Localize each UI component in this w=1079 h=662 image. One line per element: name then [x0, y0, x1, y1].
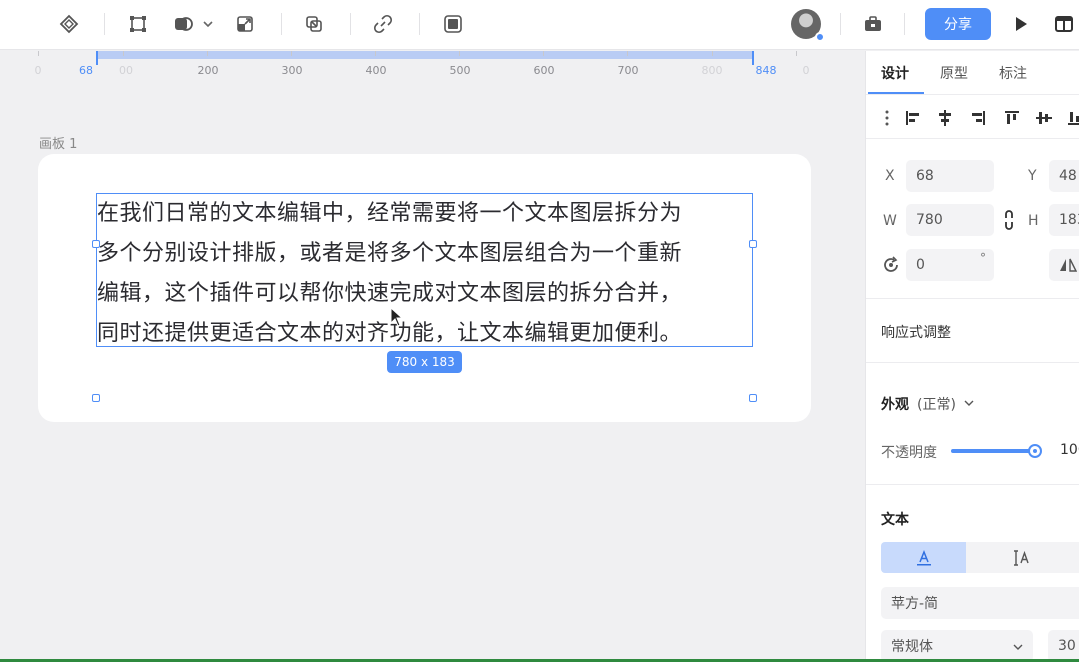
flip-horizontal-button[interactable]: [1049, 249, 1079, 281]
chevron-down-icon: [1013, 644, 1023, 650]
rotation-icon: [884, 256, 898, 272]
boolean-icon[interactable]: [170, 10, 196, 38]
align-right-icon[interactable]: [969, 109, 987, 127]
resize-handle-bottom-left[interactable]: [92, 394, 100, 402]
rotation-value: 0: [916, 257, 925, 273]
link-icon[interactable]: [370, 10, 396, 38]
tab-prototype[interactable]: 原型: [940, 63, 968, 83]
y-input[interactable]: 48: [1049, 160, 1079, 192]
toolbar-divider: [350, 13, 351, 35]
horizontal-ruler: 0 68 00 200 300 400 500 600 700 800 848 …: [0, 51, 865, 79]
layout-icon[interactable]: [1051, 10, 1077, 38]
ruler-label: 848: [755, 64, 777, 77]
toolbar-divider: [419, 13, 420, 35]
y-label: Y: [1028, 168, 1037, 184]
align-top-icon[interactable]: [1003, 109, 1021, 127]
ruler-label: 200: [197, 64, 219, 77]
size-tag: 780 x 183: [387, 351, 462, 373]
section-divider: [866, 362, 1079, 363]
responsive-section-title[interactable]: 响应式调整: [881, 322, 951, 342]
text-style-icon: [916, 549, 931, 565]
mouse-cursor-icon: [390, 306, 404, 331]
text-line: 多个分别设计排版，或者是将多个文本图层组合为一个重新: [97, 241, 683, 266]
component-icon[interactable]: [56, 10, 82, 38]
align-center-horizontal-icon[interactable]: [936, 109, 954, 127]
ruler-label: 00: [119, 64, 133, 77]
w-input[interactable]: 780: [906, 204, 994, 236]
section-divider: [866, 298, 1079, 299]
flip-icon: [1060, 258, 1077, 272]
text-content[interactable]: 在我们日常的文本编辑中，经常需要将一个文本图层拆分为 多个分别设计排版，或者是将…: [97, 194, 797, 354]
ruler-label: 800: [701, 64, 723, 77]
appearance-section-title[interactable]: 外观: [881, 394, 909, 414]
font-family-select[interactable]: 苹方-简: [881, 587, 1079, 619]
resize-handle-top-right[interactable]: [749, 240, 757, 248]
ruler-label: 700: [617, 64, 639, 77]
text-cursor-tab[interactable]: [966, 542, 1079, 573]
text-style-underline-a-tab[interactable]: [881, 542, 966, 573]
properties-panel: 设计 原型 标注 X 68 Y 48 W 780 H 183 0 ° 响应式调整…: [865, 51, 1079, 662]
ruler-label: 600: [533, 64, 555, 77]
w-label: W: [883, 213, 897, 229]
section-divider: [866, 484, 1079, 485]
more-icon[interactable]: [878, 109, 896, 127]
play-icon[interactable]: [1008, 10, 1034, 38]
h-label: H: [1028, 213, 1039, 229]
ruler-label: 0: [34, 64, 42, 77]
scale-icon[interactable]: [232, 10, 258, 38]
tab-design[interactable]: 设计: [881, 63, 909, 83]
toolbar-divider: [281, 13, 282, 35]
opacity-slider[interactable]: [951, 449, 1035, 453]
ruler-label: 400: [365, 64, 387, 77]
selected-text-layer[interactable]: 在我们日常的文本编辑中，经常需要将一个文本图层拆分为 多个分别设计排版，或者是将…: [96, 193, 753, 347]
opacity-value[interactable]: 100: [1060, 442, 1079, 458]
tab-annotation[interactable]: 标注: [999, 63, 1027, 83]
font-weight-select[interactable]: 常规体: [881, 630, 1033, 662]
rotation-input[interactable]: 0 °: [906, 249, 994, 281]
chevron-down-icon[interactable]: [963, 397, 975, 409]
ruler-label: 500: [449, 64, 471, 77]
frame-icon[interactable]: [125, 10, 151, 38]
chevron-down-icon[interactable]: [200, 10, 216, 38]
appearance-mode[interactable]: (正常): [917, 394, 956, 414]
ruler-label: 300: [281, 64, 303, 77]
toolbar-divider: [104, 13, 105, 35]
artboard-label[interactable]: 画板 1: [39, 133, 77, 152]
ruler-selection-start: [96, 51, 98, 65]
x-label: X: [885, 168, 895, 184]
resize-handle-bottom-right[interactable]: [749, 394, 757, 402]
ruler-selection-end: [752, 51, 754, 65]
text-line: 在我们日常的文本编辑中，经常需要将一个文本图层拆分为: [97, 201, 683, 226]
text-line: 编辑，这个插件可以帮你快速完成对文本图层的拆分合并，: [97, 281, 683, 306]
toolbar-divider: [840, 13, 841, 35]
degree-unit: °: [980, 251, 986, 265]
h-input[interactable]: 183: [1049, 204, 1079, 236]
x-input[interactable]: 68: [906, 160, 994, 192]
text-cursor-icon: [1014, 549, 1029, 566]
top-toolbar: 分享: [0, 0, 1079, 50]
font-size-input[interactable]: 30: [1048, 630, 1079, 662]
panel-tabs: 设计 原型 标注: [866, 51, 1079, 95]
align-left-icon[interactable]: [904, 109, 922, 127]
opacity-slider-handle[interactable]: [1028, 444, 1042, 458]
resize-handle-top-left[interactable]: [92, 240, 100, 248]
ruler-label: 0: [802, 64, 810, 77]
toolbox-icon[interactable]: [860, 10, 886, 38]
active-tab-indicator: [868, 92, 924, 94]
mask-icon[interactable]: [301, 10, 327, 38]
font-weight-value: 常规体: [891, 639, 933, 655]
align-bottom-icon[interactable]: [1066, 109, 1079, 127]
opacity-label: 不透明度: [881, 445, 937, 461]
online-status-dot: [815, 32, 825, 42]
share-button[interactable]: 分享: [925, 8, 991, 40]
container-icon[interactable]: [440, 10, 466, 38]
lock-ratio-icon[interactable]: [1003, 210, 1015, 230]
ruler-selection-band: [96, 51, 754, 59]
text-line: 同时还提供更适合文本的对齐功能，让文本编辑更加便利。: [97, 321, 683, 346]
ruler-label: 68: [79, 64, 93, 77]
align-center-vertical-icon[interactable]: [1035, 109, 1053, 127]
align-toolbar: [866, 95, 1079, 139]
text-section-title: 文本: [881, 512, 909, 528]
toolbar-divider: [904, 13, 905, 35]
